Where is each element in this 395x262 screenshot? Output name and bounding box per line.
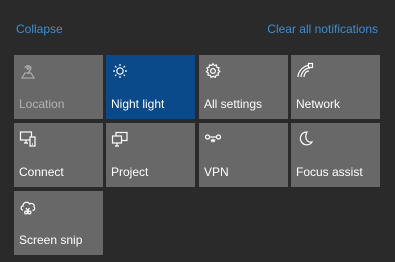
night-light-icon — [111, 62, 129, 80]
quick-action-label: All settings — [204, 97, 263, 111]
quick-action-label: Location — [19, 97, 65, 111]
quick-action-network[interactable]: Network — [291, 55, 380, 119]
quick-action-connect[interactable]: Connect — [14, 123, 103, 187]
project-icon — [111, 130, 129, 148]
connect-icon — [19, 130, 37, 148]
quick-action-focus-assist[interactable]: Focus assist — [291, 123, 380, 187]
location-icon — [19, 62, 37, 80]
quick-action-label: Project — [111, 165, 149, 179]
clear-all-notifications-link[interactable]: Clear all notifications — [267, 22, 378, 36]
quick-action-label: Screen snip — [19, 233, 83, 247]
screen-snip-icon — [19, 198, 37, 216]
quick-action-label: Network — [296, 97, 341, 111]
quick-action-label: Night light — [111, 97, 165, 111]
network-icon — [296, 62, 314, 80]
moon-icon — [296, 130, 314, 148]
action-center-header: Collapse Clear all notifications — [0, 0, 395, 50]
collapse-link[interactable]: Collapse — [16, 22, 63, 36]
vpn-icon — [204, 130, 222, 148]
quick-action-label: VPN — [204, 165, 229, 179]
quick-action-location[interactable]: Location — [14, 55, 103, 119]
quick-action-label: Connect — [19, 165, 64, 179]
quick-action-screen-snip[interactable]: Screen snip — [14, 191, 103, 255]
quick-action-all-settings[interactable]: All settings — [199, 55, 288, 119]
gear-icon — [204, 62, 222, 80]
quick-action-vpn[interactable]: VPN — [199, 123, 288, 187]
quick-action-project[interactable]: Project — [106, 123, 195, 187]
quick-actions-grid: Location Night light All settings Networ… — [14, 55, 382, 260]
quick-action-night-light[interactable]: Night light — [106, 55, 195, 119]
quick-action-label: Focus assist — [296, 165, 363, 179]
